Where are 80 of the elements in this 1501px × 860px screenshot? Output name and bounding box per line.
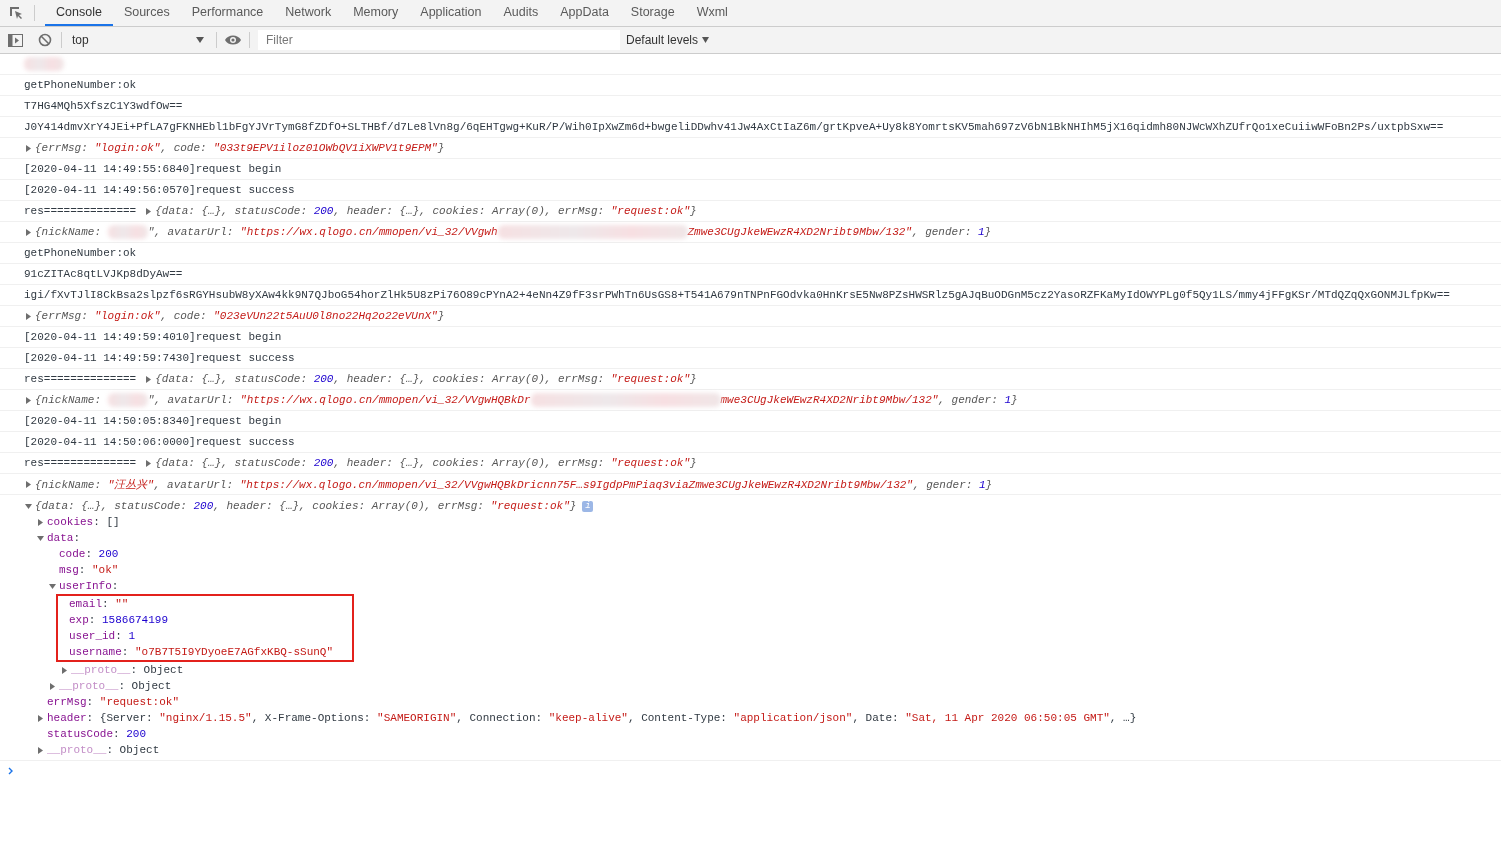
- expand-arrow-icon[interactable]: [24, 395, 33, 405]
- devtools-tab[interactable]: Audits: [492, 0, 550, 26]
- log-text: ", avatarUrl: "https://wx.qlogo.cn/mmopen/vi_32/VVgwHQBkDr: [147, 394, 531, 406]
- caret-icon: [702, 37, 710, 43]
- expand-arrow-icon[interactable]: [144, 458, 154, 468]
- log-text: mwe3CUgJkeWEwzR4XD2Nribt9Mbw/132", gender: 1}: [720, 394, 1018, 406]
- property-text: code: 200: [59, 548, 119, 560]
- log-text: Zmwe3CUgJkeWEwzR4XD2Nribt9Mbw/132", gender: 1}: [687, 226, 992, 238]
- property-text: email: "": [69, 598, 129, 610]
- devtools-tab[interactable]: Network: [274, 0, 343, 26]
- log-text: {nickName: "汪丛兴", avatarUrl: "https://wx.qlogo.cn/mmopen/vi_32/VVgwHQBkDricnn75F…s9IgdpPmPiaq3viaZmwe3CUgJkeWEwzR4XD2Nribt9Mbw/132", gender: 1}: [35, 477, 993, 492]
- levels-dropdown[interactable]: Default levels: [626, 33, 710, 47]
- log-text: [2020-04-11 14:50:05:8340]request begin: [24, 415, 282, 427]
- context-select[interactable]: top: [70, 33, 208, 47]
- log-text: res==============: [24, 457, 137, 469]
- devtools-tab[interactable]: Sources: [112, 0, 181, 26]
- expand-arrow-icon[interactable]: [144, 206, 154, 216]
- property-text: __proto__: Object: [47, 744, 160, 756]
- caret-icon: [196, 37, 204, 43]
- log-text: {errMsg: "login:ok", code: "033t9EPV1iloz01OWbQV1iXWPV1t9EPM"}: [35, 142, 445, 154]
- log-text: ", avatarUrl: "https://wx.qlogo.cn/mmopen/vi_32/VVgwh: [147, 226, 498, 238]
- redaction-blur: [107, 225, 148, 239]
- log-text: {data: {…}, statusCode: 200, header: {…}, cookies: Array(0), errMsg: "request:ok"}: [155, 205, 697, 217]
- log-text: T7HG4MQh5XfszC1Y3wdfOw==: [24, 100, 183, 112]
- log-text: res==============: [24, 205, 137, 217]
- devtools-tab[interactable]: Wxml: [685, 0, 739, 26]
- clear-console-icon[interactable]: [37, 32, 53, 48]
- redaction-blur: [107, 393, 148, 407]
- property-text: __proto__: Object: [71, 664, 184, 676]
- devtools-tab[interactable]: Storage: [619, 0, 686, 26]
- property-text: __proto__: Object: [59, 680, 172, 692]
- property-text: errMsg: "request:ok": [47, 696, 180, 708]
- log-text: {data: {…}, statusCode: 200, header: {…}, cookies: Array(0), errMsg: "request:ok"}: [155, 373, 697, 385]
- expand-arrow-icon[interactable]: [24, 143, 33, 153]
- property-text: msg: "ok": [59, 564, 119, 576]
- expand-arrow-icon[interactable]: [36, 533, 45, 543]
- log-text: [2020-04-11 14:49:55:6840]request begin: [24, 163, 282, 175]
- expand-arrow-icon[interactable]: [24, 479, 33, 489]
- log-text: [2020-04-11 14:49:59:4010]request begin: [24, 331, 282, 343]
- log-text: [2020-04-11 14:50:06:0000]request success: [24, 436, 295, 448]
- log-text: [2020-04-11 14:49:59:7430]request success: [24, 352, 295, 364]
- log-text: {data: {…}, statusCode: 200, header: {…}, cookies: Array(0), errMsg: "request:ok"}: [155, 457, 697, 469]
- filter-field[interactable]: Filter: [258, 30, 620, 50]
- devtools-tab[interactable]: AppData: [549, 0, 620, 26]
- log-text: igi/fXvTJlI8CkBsa2slpzf6sRGYHsubW8yXAw4kk9N7QJboG54horZlHk5U8zPi76O89cPYnA2+4eNn4Z9fF3srPWhTn6UsGS8+T541A679nTNPnFGOdvka0HnKrsE5Nw8PZsHWSRlz5gAJqBuODGnM5cz2YasoRZFKaMyIdOWYPLg0f5Qy1LS/mmy4jFFgKSr/MTdQZqQxGONMJLfpKw==: [24, 289, 1450, 301]
- log-text: {nickName:: [35, 226, 103, 238]
- redaction-blur: [24, 57, 64, 71]
- log-text: getPhoneNumber:ok: [24, 247, 137, 259]
- expand-arrow-icon[interactable]: [24, 311, 33, 321]
- expand-arrow-icon[interactable]: [60, 665, 69, 675]
- sidebar-toggle-icon[interactable]: [7, 32, 23, 48]
- inspect-element-icon[interactable]: [8, 5, 24, 21]
- log-text: getPhoneNumber:ok: [24, 79, 137, 91]
- property-text: header: {Server: "nginx/1.15.5", X-Frame-Options: "SAMEORIGIN", Connection: "keep-alive", Content-Type: "application/json", Date: "Sat, 11 Apr 2020 06:50:05 GMT", …}: [47, 712, 1137, 724]
- property-text: username: "o7B7T5I9YDyoeE7AGfxKBQ-sSunQ": [69, 646, 334, 658]
- property-text: exp: 1586674199: [69, 614, 169, 626]
- expand-arrow-icon[interactable]: [36, 713, 45, 723]
- log-text: {data: {…}, statusCode: 200, header: {…}, cookies: Array(0), errMsg: "request:ok"}: [35, 500, 577, 512]
- expand-arrow-icon[interactable]: [36, 517, 45, 527]
- property-text: cookies: []: [47, 516, 120, 528]
- devtools-tab[interactable]: Application: [409, 0, 493, 26]
- log-text: {errMsg: "login:ok", code: "023eVUn22t5AuU0l8no22Hq2o22eVUnX"}: [35, 310, 445, 322]
- property-text: user_id: 1: [69, 630, 136, 642]
- expand-arrow-icon[interactable]: [48, 681, 57, 691]
- log-text: res==============: [24, 373, 137, 385]
- prompt-chevron-icon: [8, 767, 14, 775]
- devtools-tab[interactable]: Memory: [342, 0, 410, 26]
- expand-arrow-icon[interactable]: [144, 374, 154, 384]
- expand-arrow-icon[interactable]: [36, 745, 45, 755]
- log-text: [2020-04-11 14:49:56:0570]request success: [24, 184, 295, 196]
- expand-arrow-icon[interactable]: [24, 501, 33, 511]
- property-text: statusCode: 200: [47, 728, 147, 740]
- log-text: {nickName:: [35, 394, 103, 406]
- expand-arrow-icon[interactable]: [48, 581, 57, 591]
- property-text: userInfo:: [59, 580, 119, 592]
- log-text: 91cZITAc8qtLVJKp8dDyAw==: [24, 268, 183, 280]
- expand-arrow-icon[interactable]: [24, 227, 33, 237]
- devtools-tab[interactable]: Performance: [180, 0, 275, 26]
- log-text: J0Y414dmvXrY4JEi+PfLA7gFKNHEbl1bFgYJVrTymG8fZDfO+SLTHBf/d7Le8lVn8g/6qEHTgwg+KuR/P/Wih0IpXwZm6d+bwgeliDDwhv41Jw4AxCtIaZ6m/grtKpveA+Uy8k8YomrtsKV5mah697zV6bN1BkNHIhM5jX16qidmh80NJWcWXhZUfrQo1xeCuiiwWFoBn2Ps/uxtpbSxw==: [24, 121, 1444, 133]
- property-text: data:: [47, 532, 80, 544]
